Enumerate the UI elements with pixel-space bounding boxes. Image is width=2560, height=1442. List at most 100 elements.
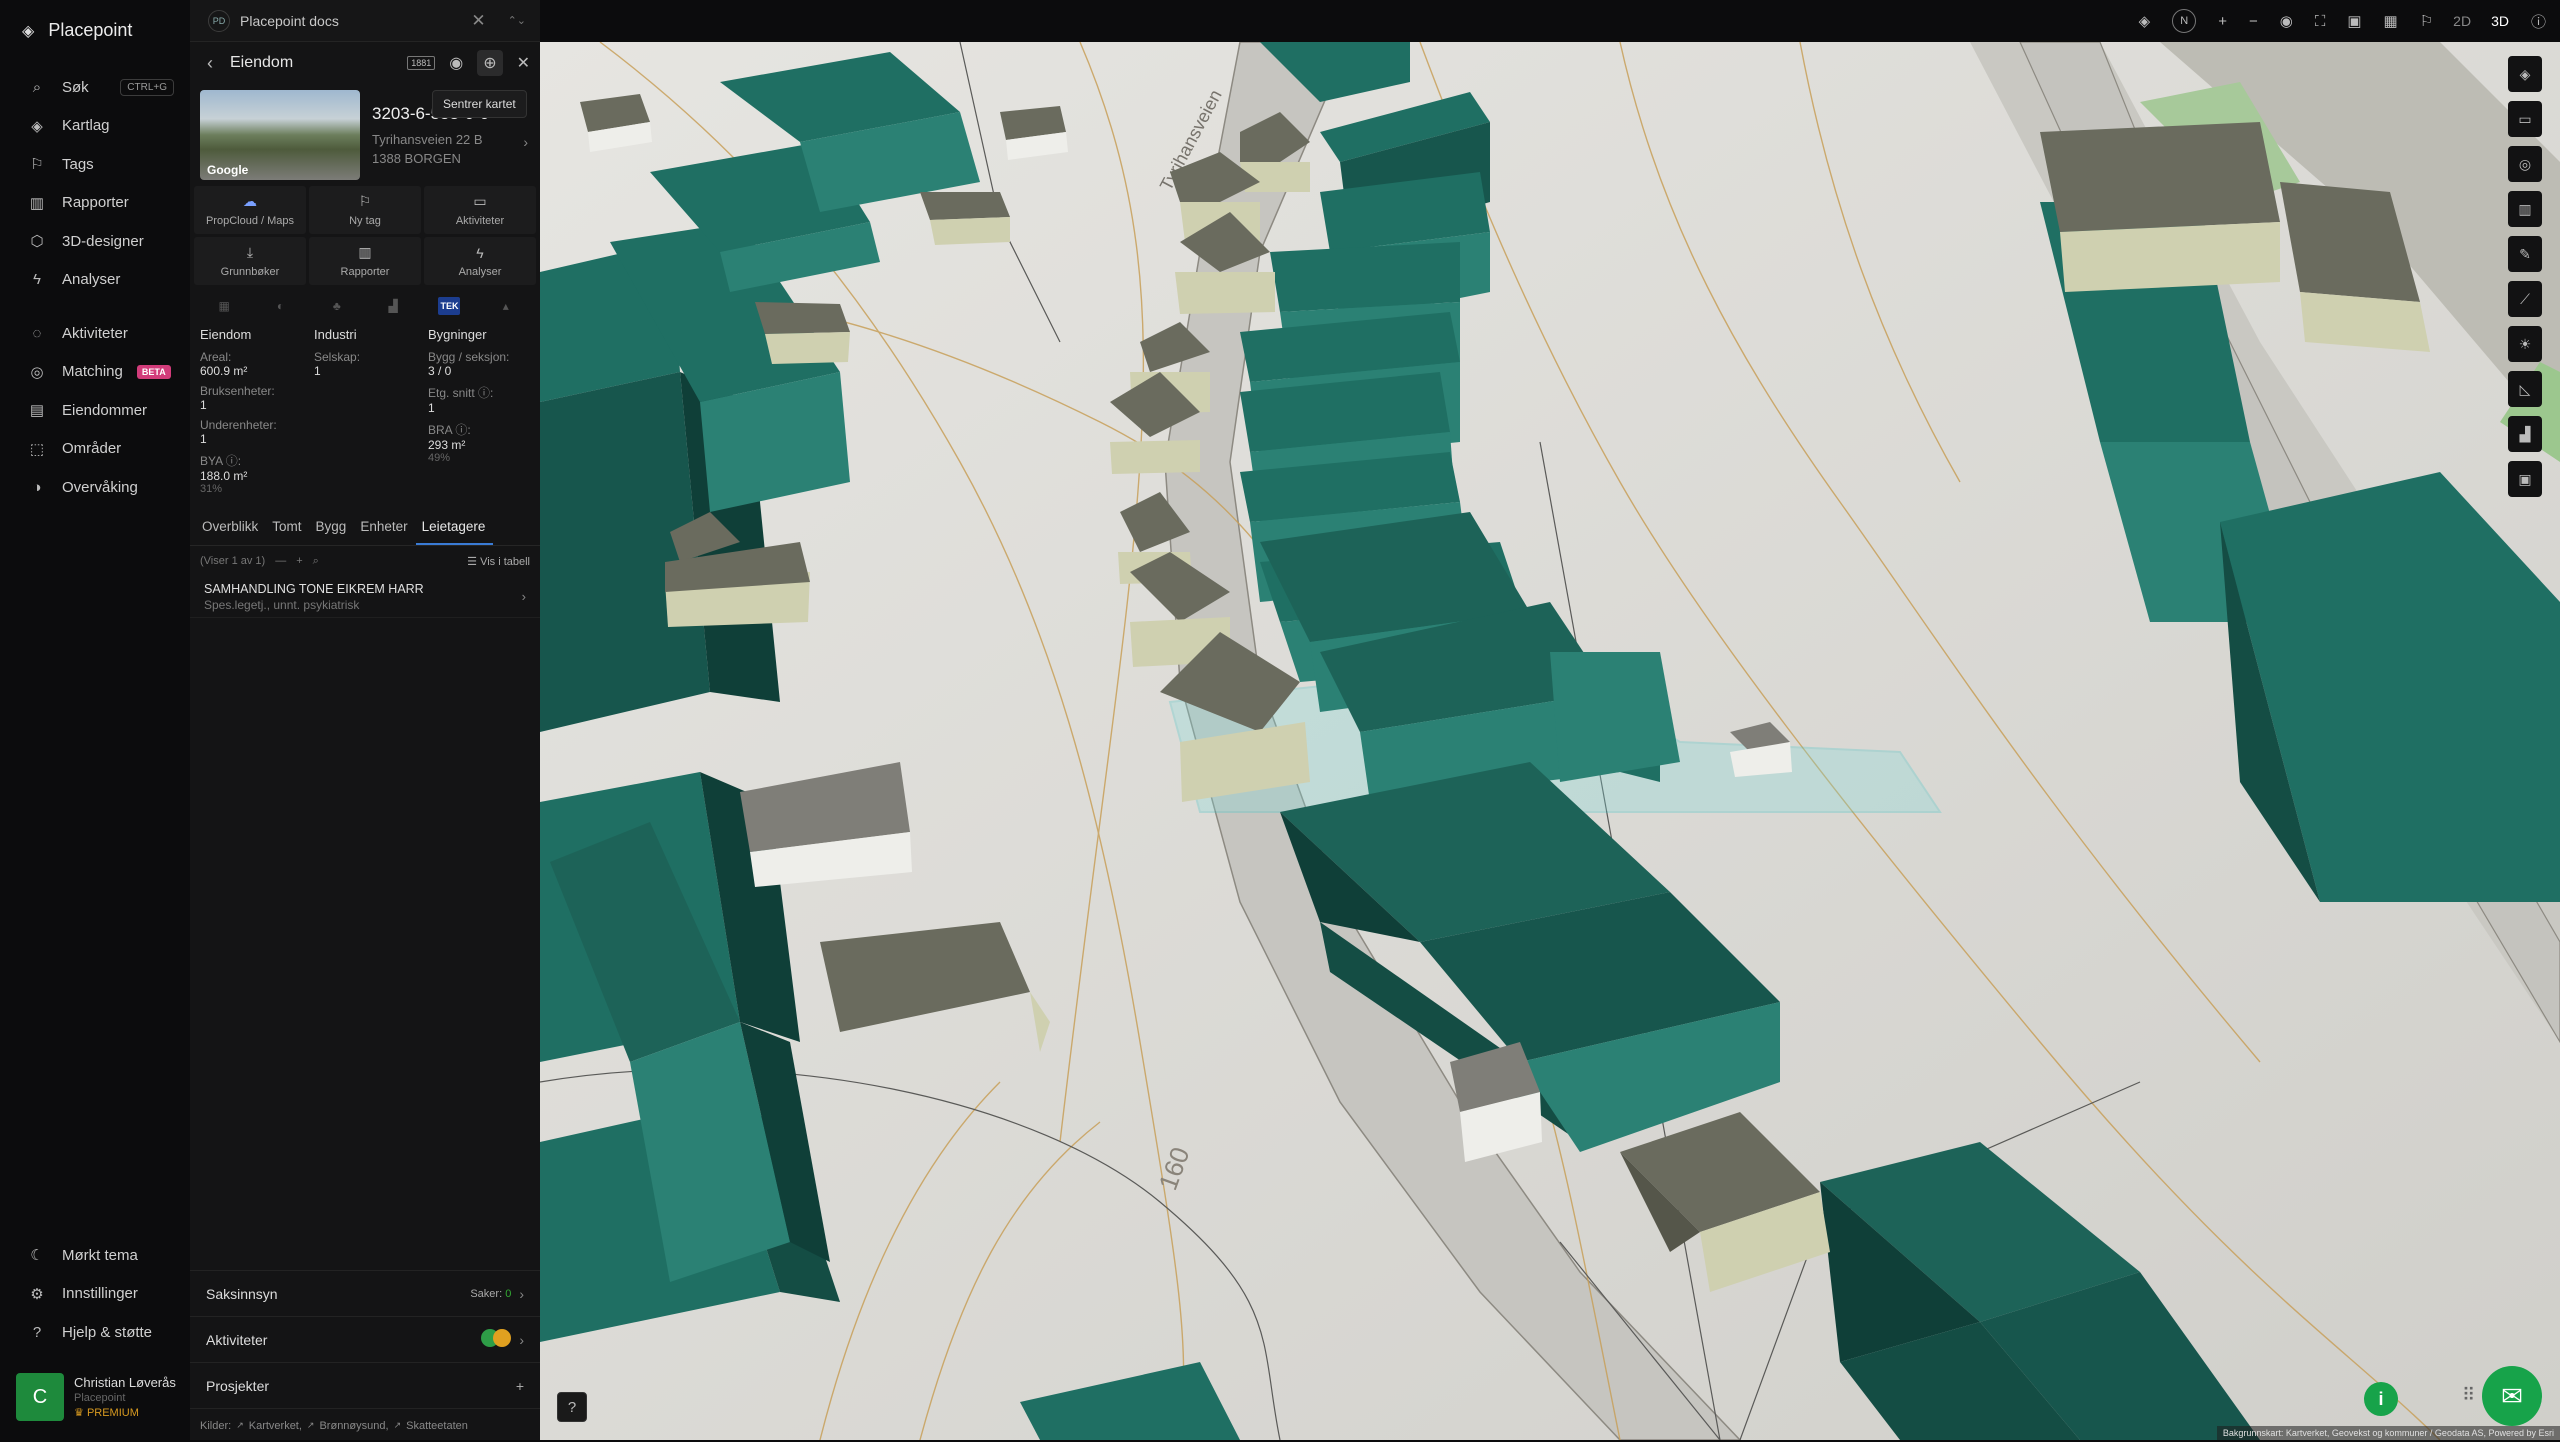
fullscreen-icon[interactable]: ⛶ [2315, 13, 2326, 30]
help-icon[interactable]: ? [557, 1392, 587, 1422]
sketch-icon[interactable]: ✎ [2508, 236, 2542, 272]
action-grunnboker[interactable]: ⤓ Grunnbøker [194, 237, 306, 285]
user-profile[interactable]: C Christian Løverås Placepoint ♛ PREMIUM [16, 1372, 182, 1422]
action-rapporter[interactable]: ▥ Rapporter [309, 237, 421, 285]
action-label: Analyser [458, 265, 502, 278]
triangle-icon[interactable]: ▴ [495, 297, 517, 315]
source-link[interactable]: Brønnøysund, [319, 1420, 388, 1432]
chart-icon[interactable]: ▥ [2508, 191, 2542, 227]
tab-bygg[interactable]: Bygg [310, 509, 355, 545]
info-button[interactable]: i [2364, 1382, 2398, 1416]
profile-icon[interactable]: ▟ [2508, 416, 2542, 452]
zoom-out-icon[interactable]: − [2249, 13, 2258, 30]
camera-icon[interactable]: ▣ [2347, 12, 2361, 30]
section-label: Aktiviteter [206, 1331, 268, 1348]
chevron-updown-icon[interactable]: ⌃⌄ [508, 14, 526, 27]
search-icon[interactable]: ⌕ [313, 555, 319, 568]
action-aktiviteter[interactable]: ▭ Aktiviteter [424, 186, 536, 234]
nav-overvaking[interactable]: ◑ Overvåking [0, 468, 190, 507]
section-label: Prosjekter [206, 1377, 270, 1394]
chat-icon: ▭ [473, 193, 487, 209]
eye-icon[interactable]: ◉ [2280, 12, 2293, 30]
action-label: PropCloud / Maps [205, 215, 295, 227]
slope-icon[interactable]: ◺ [2508, 371, 2542, 407]
table-row[interactable]: SAMHANDLING TONE EIKREM HARR Spes.legetj.… [190, 576, 540, 618]
tek-icon[interactable]: TEK [438, 297, 461, 315]
section-saksinnsyn[interactable]: Saksinnsyn Saker: 0 › [190, 1270, 540, 1316]
image-icon[interactable]: ▣ [2508, 461, 2542, 497]
zoom-in-icon[interactable]: + [2218, 13, 2227, 30]
minus-icon[interactable]: — [275, 555, 286, 567]
elevation-icon[interactable]: ⟋ [2508, 281, 2542, 317]
nav-label: Rapporter [62, 194, 129, 212]
house[interactable] [1000, 106, 1068, 160]
nav-settings[interactable]: ⚙ Innstillinger [0, 1275, 190, 1314]
bookmark-icon[interactable]: ⚐ [2420, 12, 2433, 30]
layers-3d-icon[interactable]: ◎ [2508, 146, 2542, 182]
eye-icon[interactable]: ◉ [449, 53, 463, 73]
nav-search[interactable]: ⌕ Søk CTRL+G [0, 68, 190, 107]
nav-dark-theme[interactable]: ☾ Mørkt tema [0, 1236, 190, 1275]
sources: Kilder: ↗ Kartverket, ↗ Brønnøysund, ↗ Skatte… [190, 1408, 540, 1442]
plus-icon[interactable]: + [516, 1378, 524, 1394]
1881-icon[interactable]: 1881 [407, 56, 436, 70]
layers-toggle-icon[interactable]: ◈ [2139, 12, 2151, 30]
nav-tags[interactable]: ⚐ Tags [0, 145, 190, 184]
close-panel-icon[interactable]: ✕ [517, 53, 530, 73]
center-map-icon[interactable]: ⊕ [477, 50, 503, 76]
sun-icon[interactable]: ☀ [2508, 326, 2542, 362]
nav-bottom: ☾ Mørkt tema ⚙ Innstillinger? Hjelp & støtte [0, 1236, 190, 1352]
table-view-button[interactable]: ☰ Vis i tabell [467, 555, 530, 568]
back-icon[interactable]: ‹ [200, 53, 220, 74]
house[interactable] [580, 94, 652, 152]
nav-kartlag[interactable]: ◈ Kartlag [0, 107, 190, 146]
doc-header: PD Placepoint docs ✕ ⌃⌄ [190, 0, 540, 42]
chevron-right-icon[interactable]: › [523, 134, 528, 150]
action-propcloud[interactable]: ☁ PropCloud / Maps [194, 186, 306, 234]
house[interactable] [920, 192, 1010, 245]
nav-omrader[interactable]: ⬚ Områder [0, 430, 190, 469]
action-analyser[interactable]: ϟ Analyser [424, 237, 536, 285]
pointer-icon[interactable]: ◈ [2508, 56, 2542, 92]
grid-view-icon[interactable]: ▦ [2384, 12, 2398, 30]
map-canvas[interactable]: 160 Tyrihansveien [540, 42, 2560, 1440]
tab-enheter[interactable]: Enheter [354, 509, 415, 545]
nav-matching[interactable]: ◎ Matching BETA [0, 353, 190, 392]
tab-overblikk[interactable]: Overblikk [196, 509, 266, 545]
section-prosjekter[interactable]: Prosjekter + [190, 1362, 540, 1408]
google-label: Google [207, 163, 249, 177]
mode-3d-button[interactable]: 3D [2491, 13, 2509, 29]
bar-chart-icon[interactable]: ▟ [382, 297, 404, 315]
source-link[interactable]: Skatteetaten [406, 1420, 468, 1432]
nav-secondary: ◌ Aktiviteter ◎ Matching BETA ▤ Eiendommer ⬚ Omr… [0, 314, 190, 507]
tab-tomt[interactable]: Tomt [266, 509, 309, 545]
factory-icon[interactable]: ♣ [326, 297, 348, 315]
nav-rapporter[interactable]: ▥ Rapporter [0, 184, 190, 223]
download-icon: ⤓ [246, 244, 254, 260]
map-3d-view[interactable]: 160 Tyrihansveien Bakgrunnskart: Kartver… [540, 42, 2560, 1440]
globe-icon[interactable]: ◐ [269, 297, 291, 315]
nav-help[interactable]: ? Hjelp & støtte [0, 1313, 190, 1352]
nav-eiendommer[interactable]: ▤ Eiendommer [0, 391, 190, 430]
building-icon: ▤ [29, 402, 45, 420]
mode-2d-button[interactable]: 2D [2453, 13, 2471, 29]
nav-analyser[interactable]: ϟ Analyser [0, 261, 190, 300]
action-ny-tag[interactable]: ⚐ Ny tag [309, 186, 421, 234]
grid-icon[interactable]: ▦ [213, 297, 235, 315]
tab-leietagere[interactable]: Leietagere [415, 509, 494, 545]
plus-icon[interactable]: + [296, 555, 302, 567]
section-aktiviteter[interactable]: Aktiviteter › [190, 1316, 540, 1362]
building[interactable] [1550, 652, 1680, 782]
source-link[interactable]: Kartverket, [249, 1420, 302, 1432]
info-icon[interactable]: ⓘ [2531, 11, 2546, 32]
nav-3d-designer[interactable]: ⬡ 3D-designer [0, 222, 190, 261]
nav-aktiviteter[interactable]: ◌ Aktiviteter [0, 314, 190, 353]
drag-handle-icon[interactable]: ⠿ [2462, 1385, 2475, 1406]
close-icon[interactable]: ✕ [471, 11, 485, 31]
panel-header: ‹ Eiendom 1881 ◉ ⊕ ✕ [190, 42, 540, 84]
compass-icon[interactable]: N [2172, 9, 2197, 33]
chat-button[interactable]: ✉ [2482, 1366, 2542, 1426]
street-view-thumbnail[interactable]: Google [200, 90, 360, 180]
ruler-icon[interactable]: ▭ [2508, 101, 2542, 137]
brand[interactable]: ◈ Placepoint [22, 20, 132, 41]
